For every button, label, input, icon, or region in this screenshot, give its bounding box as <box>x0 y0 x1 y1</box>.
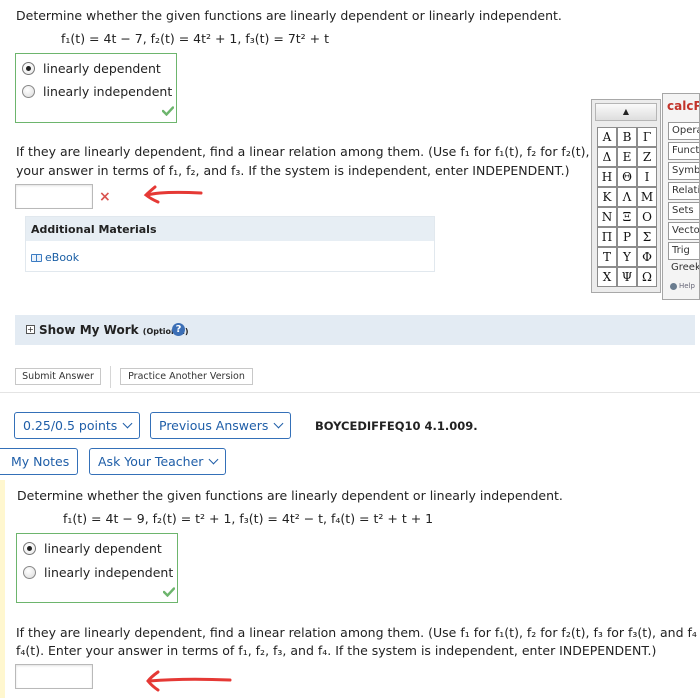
practice-another-version-button[interactable]: Practice Another Version <box>120 368 253 385</box>
my-notes-label: My Notes <box>11 454 70 469</box>
palette-collapse-arrow-icon[interactable]: ▲ <box>595 103 657 121</box>
course-code: BOYCEDIFFEQ10 4.1.009. <box>315 419 478 433</box>
greek-key[interactable]: Β <box>617 127 637 147</box>
chevron-down-icon <box>122 418 133 429</box>
annotation-arrow-icon <box>146 670 232 692</box>
calc-category-greek[interactable]: Greek <box>668 260 699 278</box>
q2-relation-text-line2: f₄(t). Enter your answer in terms of f₁,… <box>16 643 657 658</box>
greek-key[interactable]: Ζ <box>637 147 657 167</box>
greek-key[interactable]: Λ <box>617 187 637 207</box>
calc-category-vectors[interactable]: Vectors <box>668 222 699 240</box>
q1-prompt: Determine whether the given functions ar… <box>16 8 562 23</box>
radio-selected-icon[interactable] <box>23 542 36 555</box>
correct-check-icon <box>163 587 175 597</box>
greek-key[interactable]: Θ <box>617 167 637 187</box>
greek-key[interactable]: Ν <box>597 207 617 227</box>
calc-help-button[interactable]: Help <box>670 282 695 290</box>
wrong-answer-x-icon: × <box>99 189 111 205</box>
q1-formula: f₁(t) = 4t − 7, f₂(t) = 4t² + 1, f₃(t) =… <box>61 31 330 46</box>
q1-choice-label: linearly dependent <box>43 61 161 76</box>
greek-key[interactable]: Μ <box>637 187 657 207</box>
q1-relation-text-line1: If they are linearly dependent, find a l… <box>16 144 631 159</box>
greek-key[interactable]: Φ <box>637 247 657 267</box>
q2-choice-label: linearly independent <box>44 565 174 580</box>
help-icon <box>670 282 677 290</box>
greek-key[interactable]: Ρ <box>617 227 637 247</box>
greek-key[interactable]: Υ <box>617 247 637 267</box>
show-my-work-text: Show My Work <box>39 323 139 337</box>
submit-answer-button[interactable]: Submit Answer <box>15 368 101 385</box>
greek-key[interactable]: Ω <box>637 267 657 287</box>
expand-plus-icon[interactable]: + <box>26 325 35 334</box>
correct-check-icon <box>162 106 174 116</box>
previous-answers-dropdown[interactable]: Previous Answers <box>150 412 292 439</box>
calc-category-relations[interactable]: Relations <box>668 182 699 200</box>
greek-key-grid: Α Β Γ Δ Ε Ζ Η Θ Ι Κ Λ Μ Ν Ξ Ο Π Ρ Σ Τ Υ … <box>597 127 657 287</box>
calcpad-panel: calcPad Operations Functions Symbols Rel… <box>662 93 700 300</box>
greek-key[interactable]: Γ <box>637 127 657 147</box>
greek-key[interactable]: Η <box>597 167 617 187</box>
my-notes-dropdown[interactable]: My Notes <box>0 448 79 475</box>
q1-answer-input[interactable] <box>15 184 93 209</box>
help-question-icon[interactable]: ? <box>172 323 185 336</box>
q2-relation-text-line1: If they are linearly dependent, find a l… <box>16 625 700 640</box>
greek-palette: ▲ Α Β Γ Δ Ε Ζ Η Θ Ι Κ Λ Μ Ν Ξ Ο Π Ρ Σ Τ … <box>591 99 661 293</box>
greek-key[interactable]: Κ <box>597 187 617 207</box>
calc-category-functions[interactable]: Functions <box>668 142 699 160</box>
radio-unselected-icon[interactable] <box>23 566 36 579</box>
question-highlight-bar <box>0 480 5 698</box>
q2-formula: f₁(t) = 4t − 9, f₂(t) = t² + 1, f₃(t) = … <box>63 511 434 526</box>
ask-teacher-dropdown[interactable]: Ask Your Teacher <box>89 448 227 475</box>
greek-key[interactable]: Σ <box>637 227 657 247</box>
q2-prompt: Determine whether the given functions ar… <box>17 488 563 503</box>
book-icon <box>31 253 42 262</box>
q1-choice-group: linearly dependent linearly independent <box>15 53 177 123</box>
greek-key[interactable]: Χ <box>597 267 617 287</box>
ebook-label: eBook <box>45 251 80 264</box>
q1-choice-dependent[interactable]: linearly dependent <box>22 61 161 76</box>
previous-answers-label: Previous Answers <box>159 418 269 433</box>
q2-choice-dependent[interactable]: linearly dependent <box>23 541 162 556</box>
q1-choice-label: linearly independent <box>43 84 173 99</box>
points-dropdown[interactable]: 0.25/0.5 points <box>14 412 141 439</box>
greek-key[interactable]: Ξ <box>617 207 637 227</box>
radio-selected-icon[interactable] <box>22 62 35 75</box>
button-divider <box>110 366 111 388</box>
calc-help-label: Help <box>679 282 695 290</box>
radio-unselected-icon[interactable] <box>22 85 35 98</box>
question-separator <box>0 392 700 393</box>
show-my-work-label: Show My Work (Optional) <box>39 323 189 337</box>
greek-key[interactable]: Ι <box>637 167 657 187</box>
q2-choice-group: linearly dependent linearly independent <box>16 533 178 603</box>
greek-key[interactable]: Δ <box>597 147 617 167</box>
greek-key[interactable]: Τ <box>597 247 617 267</box>
q1-relation-text-line2: your answer in terms of f₁, f₂, and f₃. … <box>16 163 570 178</box>
q2-choice-label: linearly dependent <box>44 541 162 556</box>
annotation-arrow-icon <box>143 185 203 204</box>
ask-teacher-label: Ask Your Teacher <box>98 454 204 469</box>
show-my-work-bar[interactable]: + Show My Work (Optional) ? <box>15 315 695 345</box>
calc-category-trig[interactable]: Trig <box>668 242 699 260</box>
greek-key[interactable]: Ε <box>617 147 637 167</box>
calc-category-sets[interactable]: Sets <box>668 202 699 220</box>
ebook-link[interactable]: eBook <box>31 251 79 264</box>
calcpad-title: calcPad <box>667 99 699 113</box>
calc-category-operations[interactable]: Operations <box>668 122 699 140</box>
calc-category-symbols[interactable]: Symbols <box>668 162 699 180</box>
additional-materials-heading: Additional Materials <box>26 217 434 241</box>
q2-choice-independent[interactable]: linearly independent <box>23 565 173 580</box>
chevron-down-icon <box>208 454 219 465</box>
greek-key[interactable]: Ψ <box>617 267 637 287</box>
greek-key[interactable]: Α <box>597 127 617 147</box>
greek-key[interactable]: Ο <box>637 207 657 227</box>
points-label: 0.25/0.5 points <box>23 418 118 433</box>
q2-answer-input[interactable] <box>15 664 93 689</box>
q1-choice-independent[interactable]: linearly independent <box>22 84 172 99</box>
chevron-down-icon <box>273 418 284 429</box>
greek-key[interactable]: Π <box>597 227 617 247</box>
additional-materials: Additional Materials eBook <box>25 216 435 272</box>
